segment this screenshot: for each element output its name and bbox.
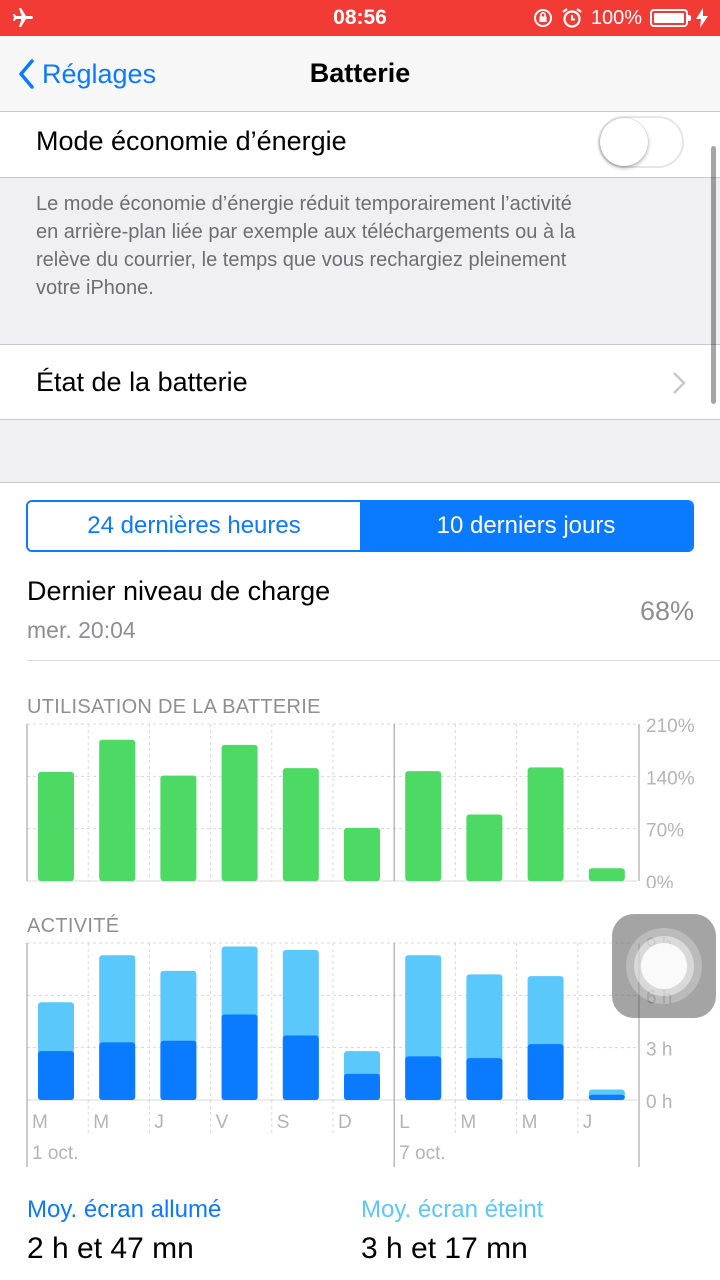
battery-icon — [650, 9, 691, 27]
y-tick-label: 0% — [646, 873, 674, 888]
low-power-mode-label: Mode économie d’énergie — [36, 126, 347, 156]
footnote-line: en arrière-plan liée par exemple aux tél… — [36, 221, 576, 243]
battery-usage-chart: 210% 140% 70% 0% — [26, 718, 695, 888]
y-tick-label: 210% — [646, 718, 695, 737]
screen-on-average-label: Moy. écran allumé — [27, 1196, 222, 1223]
week-label: 1 oct. — [32, 1143, 78, 1164]
toggle-knob — [600, 118, 648, 166]
battery-health-label: État de la batterie — [36, 367, 248, 397]
low-power-mode-row: Mode économie d’énergie — [0, 112, 720, 178]
chevron-right-icon — [673, 372, 686, 394]
week-label: 7 oct. — [399, 1143, 445, 1164]
charging-bolt-icon — [696, 8, 708, 28]
time-range-segmented-control: 24 dernières heures 10 derniers jours — [26, 500, 694, 552]
activity-bar-screen-on — [221, 1014, 258, 1100]
y-tick-label: 0 h — [646, 1092, 672, 1113]
x-tick-label: M — [522, 1112, 538, 1133]
x-tick-label: M — [460, 1112, 476, 1133]
activity-bar-screen-on — [405, 1056, 442, 1100]
usage-bar — [588, 868, 625, 881]
screen-off-average-value: 3 h et 17 mn — [361, 1232, 528, 1265]
screen-on-average-value: 2 h et 47 mn — [27, 1232, 194, 1265]
activity-bar-screen-on — [160, 1040, 197, 1100]
alarm-icon — [562, 8, 582, 28]
usage-bar — [99, 739, 136, 881]
usage-bar — [221, 744, 258, 881]
x-tick-label: L — [399, 1112, 410, 1133]
page-title: Batterie — [309, 58, 411, 88]
x-tick-label: D — [338, 1112, 352, 1133]
navigation-bar: Réglages Batterie — [0, 36, 720, 112]
divider — [27, 660, 720, 661]
battery-usage-header: UTILISATION DE LA BATTERIE — [27, 696, 321, 718]
activity-bar-screen-on — [466, 1058, 503, 1100]
activity-bar-screen-on — [38, 1051, 74, 1100]
orientation-lock-icon — [533, 9, 552, 27]
low-power-mode-footnote: Le mode économie d’énergie réduit tempor… — [36, 190, 686, 302]
low-power-mode-toggle[interactable] — [598, 116, 684, 168]
x-tick-label: M — [32, 1112, 48, 1133]
y-tick-label: 140% — [646, 768, 695, 789]
last-charge-time: mer. 20:04 — [27, 617, 136, 643]
screen-off-average-label: Moy. écran éteint — [361, 1196, 544, 1223]
battery-health-row[interactable]: État de la batterie — [0, 344, 720, 420]
activity-bar-screen-on — [344, 1073, 380, 1100]
usage-bar — [405, 771, 442, 881]
x-tick-label: J — [154, 1112, 164, 1133]
scroll-indicator[interactable] — [711, 146, 716, 404]
activity-bar-screen-on — [588, 1094, 625, 1100]
last-charge-value: 68% — [639, 596, 694, 626]
assistive-touch-dot — [641, 943, 687, 989]
activity-bar-screen-on — [99, 1042, 136, 1100]
x-tick-label: S — [277, 1112, 290, 1133]
status-bar: 08:56 100% — [0, 0, 720, 36]
footnote-line: Le mode économie d’énergie réduit tempor… — [36, 193, 572, 215]
tab-last-24-hours[interactable]: 24 dernières heures — [28, 502, 360, 550]
usage-bar — [38, 771, 74, 881]
battery-percent: 100% — [590, 6, 642, 29]
usage-bar — [282, 768, 319, 881]
y-tick-label: 3 h — [646, 1040, 672, 1061]
usage-bar — [160, 775, 197, 881]
activity-bar-screen-on — [527, 1044, 564, 1100]
usage-bar — [527, 767, 564, 881]
usage-bar — [344, 827, 380, 881]
footnote-line: votre iPhone. — [36, 277, 154, 299]
y-tick-label: 70% — [646, 821, 684, 842]
assistive-touch-button[interactable] — [612, 914, 716, 1018]
x-tick-label: M — [93, 1112, 109, 1133]
usage-bar — [466, 814, 503, 881]
activity-bar-screen-on — [282, 1035, 319, 1100]
tab-last-10-days[interactable]: 10 derniers jours — [360, 502, 692, 550]
footnote-line: relève du courrier, le temps que vous re… — [36, 249, 567, 271]
x-tick-label: J — [583, 1112, 593, 1133]
last-charge-label: Dernier niveau de charge — [27, 576, 331, 606]
x-tick-label: V — [216, 1112, 229, 1133]
